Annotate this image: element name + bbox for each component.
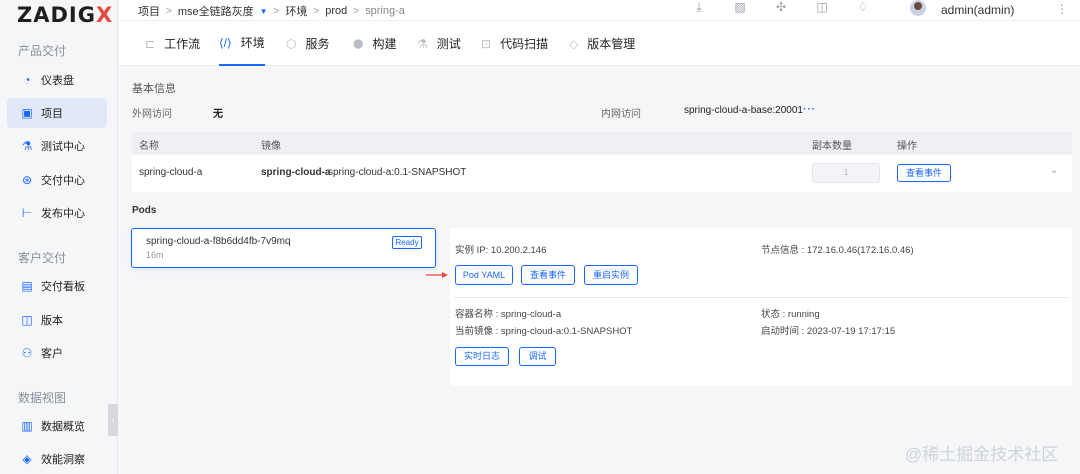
breadcrumb-project-name[interactable]: mse全链路灰度 xyxy=(178,3,254,19)
table-row: spring-cloud-a spring-cloud-a spring-clo… xyxy=(132,155,1072,192)
sidebar-section-title: 产品交付 xyxy=(18,44,67,58)
code-icon: ⟨/⟩ xyxy=(219,35,232,50)
release-icon: ⊢ xyxy=(21,206,33,220)
basic-info-title: 基本信息 xyxy=(132,83,176,95)
pod-card[interactable]: spring-cloud-a-f8b6dd4fb-7v9mq 16m Ready xyxy=(131,228,436,268)
sidebar-item-customer[interactable]: ⚇ 客户 xyxy=(7,338,107,368)
customer-icon: ⚇ xyxy=(21,346,33,360)
service-table-header: 名称 镜像 副本数量 操作 xyxy=(132,132,1072,154)
col-name: 名称 xyxy=(139,141,159,152)
download-icon[interactable]: ⤓ xyxy=(692,0,706,15)
debug-button[interactable]: 调试 xyxy=(519,347,556,366)
translate-icon[interactable]: ▨ xyxy=(733,0,747,14)
container-state: 状态 : running xyxy=(761,309,820,320)
col-replicas: 副本数量 xyxy=(812,141,852,152)
tab-workflow[interactable]: ⊏ 工作流 xyxy=(145,21,200,66)
external-access-value: 无 xyxy=(213,109,223,120)
scan-icon: ⊡ xyxy=(481,36,492,51)
sidebar-section-title: 客户交付 xyxy=(18,251,67,265)
tab-code-scan[interactable]: ⊡ 代码扫描 xyxy=(481,21,548,66)
board-icon: ▤ xyxy=(21,279,33,293)
build-icon: ⬢ xyxy=(353,36,364,51)
status-badge: Ready xyxy=(392,236,422,249)
sidebar-item-dashboard[interactable]: ◔ 仪表盘 xyxy=(7,65,107,95)
divider xyxy=(454,297,1068,298)
container-name: 容器名称 : spring-cloud-a xyxy=(455,309,562,320)
image-tag: spring-cloud-a:0.1-SNAPSHOT xyxy=(328,167,467,178)
breadcrumb-separator: > xyxy=(353,5,360,17)
instance-ip: 实例 IP: 10.200.2.146 xyxy=(455,245,547,256)
sidebar-section-title: 数据视图 xyxy=(18,391,67,405)
external-access-label: 外网访问 xyxy=(132,109,172,120)
efficiency-icon: ◈ xyxy=(22,452,32,466)
tab-service[interactable]: ⬡ 服务 xyxy=(286,21,330,66)
top-bar: 项目 > mse全链路灰度 ▼ > 环境 > prod > spring-a ⤓… xyxy=(119,0,1080,20)
tab-environment[interactable]: ⟨/⟩ 环境 xyxy=(219,21,265,66)
service-icon: ⬡ xyxy=(286,36,297,51)
sidebar-item-delivery-center[interactable]: ⊛ 交付中心 xyxy=(7,165,107,195)
chevron-down-icon[interactable]: ⌄ xyxy=(1050,165,1058,176)
sidebar-collapse-handle[interactable]: ‹ xyxy=(108,404,118,436)
delivery-icon: ⊛ xyxy=(21,173,33,187)
caret-down-icon[interactable]: ▼ xyxy=(260,7,268,16)
start-time: 启动时间 : 2023-07-19 17:17:15 xyxy=(761,326,896,337)
sidebar-item-efficiency[interactable]: ◈ 效能洞察 xyxy=(7,444,107,474)
pod-age: 16m xyxy=(146,250,164,260)
breadcrumb-project[interactable]: 项目 xyxy=(138,3,160,19)
bell-icon[interactable]: ♢ xyxy=(856,0,870,14)
avatar[interactable] xyxy=(910,0,926,16)
project-tabs: ⊏ 工作流 ⟨/⟩ 环境 ⬡ 服务 ⬢ 构建 ⚗ 测试 ⊡ 代码扫描 ◇ 版本管理 xyxy=(119,20,1080,66)
breadcrumb-separator: > xyxy=(166,5,172,17)
data-overview-icon: ▥ xyxy=(21,419,33,433)
tab-test[interactable]: ⚗ 测试 xyxy=(417,21,461,66)
breadcrumb-separator: > xyxy=(273,5,280,17)
plugin-icon[interactable]: ✣ xyxy=(774,0,788,14)
zadig-logo[interactable]: ZADIGX xyxy=(17,3,113,27)
sidebar-item-release-center[interactable]: ⊢ 发布中心 xyxy=(7,198,107,228)
breadcrumb-env-name[interactable]: prod xyxy=(325,5,347,17)
more-addresses-icon[interactable]: ··· xyxy=(803,104,816,115)
more-vertical-icon[interactable]: ⋮ xyxy=(1056,2,1068,16)
sidebar-item-data-overview[interactable]: ▥ 数据概览 xyxy=(7,411,107,441)
flask-icon: ⚗ xyxy=(417,36,428,51)
node-info: 节点信息 : 172.16.0.46(172.16.0.46) xyxy=(761,245,914,256)
realtime-log-button[interactable]: 实时日志 xyxy=(455,347,509,366)
sidebar: ZADIGX 产品交付 ◔ 仪表盘 ▣ 项目 ⚗ 测试中心 ⊛ 交付中心 ⊢ 发布中心 客… xyxy=(0,0,118,474)
chevron-left-icon: ‹ xyxy=(111,415,115,425)
sidebar-item-version[interactable]: ◫ 版本 xyxy=(7,305,107,335)
view-events-button[interactable]: 查看事件 xyxy=(897,164,951,182)
pod-view-events-button[interactable]: 查看事件 xyxy=(521,265,575,285)
restart-instance-button[interactable]: 重启实例 xyxy=(584,265,638,285)
breadcrumb-environment[interactable]: 环境 xyxy=(285,3,307,19)
internal-access-label: 内网访问 xyxy=(601,109,641,120)
project-icon: ▣ xyxy=(21,106,33,120)
col-image: 镜像 xyxy=(261,141,281,152)
sidebar-item-project[interactable]: ▣ 项目 xyxy=(7,98,107,128)
tab-build[interactable]: ⬢ 构建 xyxy=(353,21,397,66)
user-name[interactable]: admin(admin) xyxy=(941,3,1014,17)
workflow-icon: ⊏ xyxy=(145,36,156,51)
tab-version-management[interactable]: ◇ 版本管理 xyxy=(569,21,635,66)
flask-icon: ⚗ xyxy=(21,139,33,153)
image-name: spring-cloud-a xyxy=(261,167,331,178)
arrow-annotation-icon xyxy=(426,272,448,278)
col-actions: 操作 xyxy=(897,141,917,152)
sidebar-item-delivery-board[interactable]: ▤ 交付看板 xyxy=(7,271,107,301)
version-icon: ◫ xyxy=(21,313,33,327)
sidebar-item-test-center[interactable]: ⚗ 测试中心 xyxy=(7,131,107,161)
current-image: 当前镜像 : spring-cloud-a:0.1-SNAPSHOT xyxy=(455,326,633,337)
breadcrumb: 项目 > mse全链路灰度 ▼ > 环境 > prod > spring-a xyxy=(138,3,405,19)
service-name: spring-cloud-a xyxy=(139,167,203,178)
replica-count-input[interactable]: 1 xyxy=(812,163,880,183)
internal-access-value: spring-cloud-a-base:20001 xyxy=(684,105,803,116)
version-icon: ◇ xyxy=(569,36,579,51)
pods-title: Pods xyxy=(132,205,157,216)
dashboard-icon: ◔ xyxy=(23,73,31,87)
watermark: @稀土掘金技术社区 xyxy=(905,445,1059,464)
pod-yaml-button[interactable]: Pod YAML xyxy=(455,265,513,285)
breadcrumb-service: spring-a xyxy=(365,5,405,17)
breadcrumb-separator: > xyxy=(313,5,320,17)
pod-name: spring-cloud-a-f8b6dd4fb-7v9mq xyxy=(146,236,291,247)
docs-icon[interactable]: ◫ xyxy=(815,0,829,14)
